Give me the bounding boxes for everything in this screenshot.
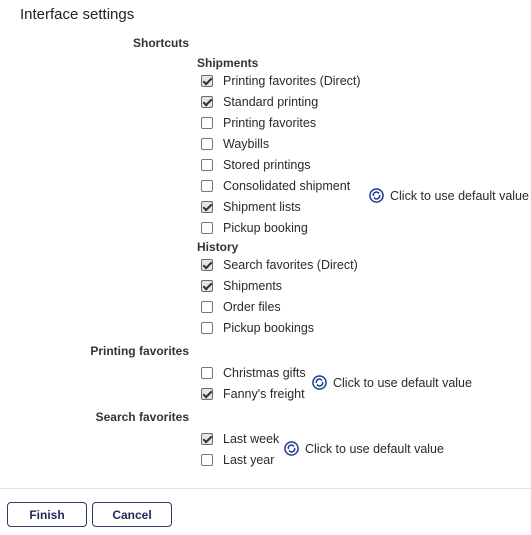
checkbox-label: Consolidated shipment	[223, 179, 351, 193]
checkbox-stored-printings[interactable]: Stored printings	[201, 155, 311, 175]
checkbox-last-week[interactable]: Last week	[201, 429, 279, 449]
checkbox-box[interactable]	[201, 117, 213, 129]
section-label-printing-favorites: Printing favorites	[90, 344, 189, 358]
checkbox-label: Order files	[223, 300, 281, 314]
checkbox-printing-favorites[interactable]: Printing favorites	[201, 113, 316, 133]
checkbox-box[interactable]	[201, 201, 213, 213]
default-value-label[interactable]: Click to use default value	[390, 189, 529, 203]
checkbox-label: Pickup bookings	[223, 321, 315, 335]
group-label-history: History	[197, 240, 239, 254]
page-title: Interface settings	[20, 6, 135, 23]
reset-default-icon[interactable]	[369, 188, 384, 203]
checkbox-label: Fanny's freight	[223, 387, 305, 401]
default-value-label[interactable]: Click to use default value	[305, 442, 444, 456]
checkbox-standard-printing[interactable]: Standard printing	[201, 92, 318, 112]
checkbox-label: Last year	[223, 453, 275, 467]
printing-favorites-default-value-link[interactable]: Click to use default value	[312, 375, 472, 390]
section-label-shortcuts: Shortcuts	[132, 36, 189, 50]
checkbox-box[interactable]	[201, 180, 213, 192]
cancel-button[interactable]: Cancel	[92, 502, 172, 527]
checkbox-consolidated-shipment[interactable]: Consolidated shipment	[201, 176, 350, 196]
section-label-search-favorites: Search favorites	[95, 410, 189, 424]
checkbox-box[interactable]	[201, 138, 213, 150]
checkbox-box[interactable]	[201, 301, 213, 313]
checkbox-box[interactable]	[201, 433, 213, 445]
checkbox-box[interactable]	[201, 96, 213, 108]
checkbox-waybills[interactable]: Waybills	[201, 134, 269, 154]
checkbox-box[interactable]	[201, 159, 213, 171]
checkbox-label: Shipments	[223, 279, 283, 293]
checkbox-label: Standard printing	[223, 95, 319, 109]
checkbox-label: Printing favorites (Direct)	[223, 74, 361, 88]
checkbox-label: Search favorites (Direct)	[223, 258, 358, 272]
checkbox-shipment-lists[interactable]: Shipment lists	[201, 197, 301, 217]
checkbox-christmas-gifts[interactable]: Christmas gifts	[201, 363, 306, 383]
checkbox-history-shipments[interactable]: Shipments	[201, 276, 282, 296]
footer-divider	[0, 488, 531, 489]
checkbox-printing-favorites-direct[interactable]: Printing favorites (Direct)	[201, 71, 361, 91]
checkbox-box[interactable]	[201, 388, 213, 400]
checkbox-search-favorites-direct[interactable]: Search favorites (Direct)	[201, 255, 358, 275]
checkbox-box[interactable]	[201, 322, 213, 334]
checkbox-box[interactable]	[201, 454, 213, 466]
reset-default-icon[interactable]	[312, 375, 327, 390]
reset-default-icon[interactable]	[284, 441, 299, 456]
checkbox-label: Christmas gifts	[223, 366, 306, 380]
checkbox-label: Waybills	[223, 137, 270, 151]
checkbox-box[interactable]	[201, 75, 213, 87]
checkbox-order-files[interactable]: Order files	[201, 297, 281, 317]
checkbox-fannys-freight[interactable]: Fanny's freight	[201, 384, 305, 404]
checkbox-box[interactable]	[201, 280, 213, 292]
checkbox-label: Printing favorites	[223, 116, 317, 130]
finish-button[interactable]: Finish	[7, 502, 87, 527]
checkbox-pickup-booking[interactable]: Pickup booking	[201, 218, 308, 238]
checkbox-label: Pickup booking	[223, 221, 308, 235]
checkbox-last-year[interactable]: Last year	[201, 450, 274, 470]
checkbox-box[interactable]	[201, 259, 213, 271]
checkbox-box[interactable]	[201, 367, 213, 379]
checkbox-pickup-bookings[interactable]: Pickup bookings	[201, 318, 314, 338]
checkbox-box[interactable]	[201, 222, 213, 234]
shortcuts-default-value-link[interactable]: Click to use default value	[369, 188, 529, 203]
checkbox-label: Stored printings	[223, 158, 311, 172]
checkbox-label: Shipment lists	[223, 200, 301, 214]
checkbox-label: Last week	[223, 432, 280, 446]
search-favorites-default-value-link[interactable]: Click to use default value	[284, 441, 444, 456]
group-label-shipments: Shipments	[197, 56, 259, 70]
default-value-label[interactable]: Click to use default value	[333, 376, 472, 390]
